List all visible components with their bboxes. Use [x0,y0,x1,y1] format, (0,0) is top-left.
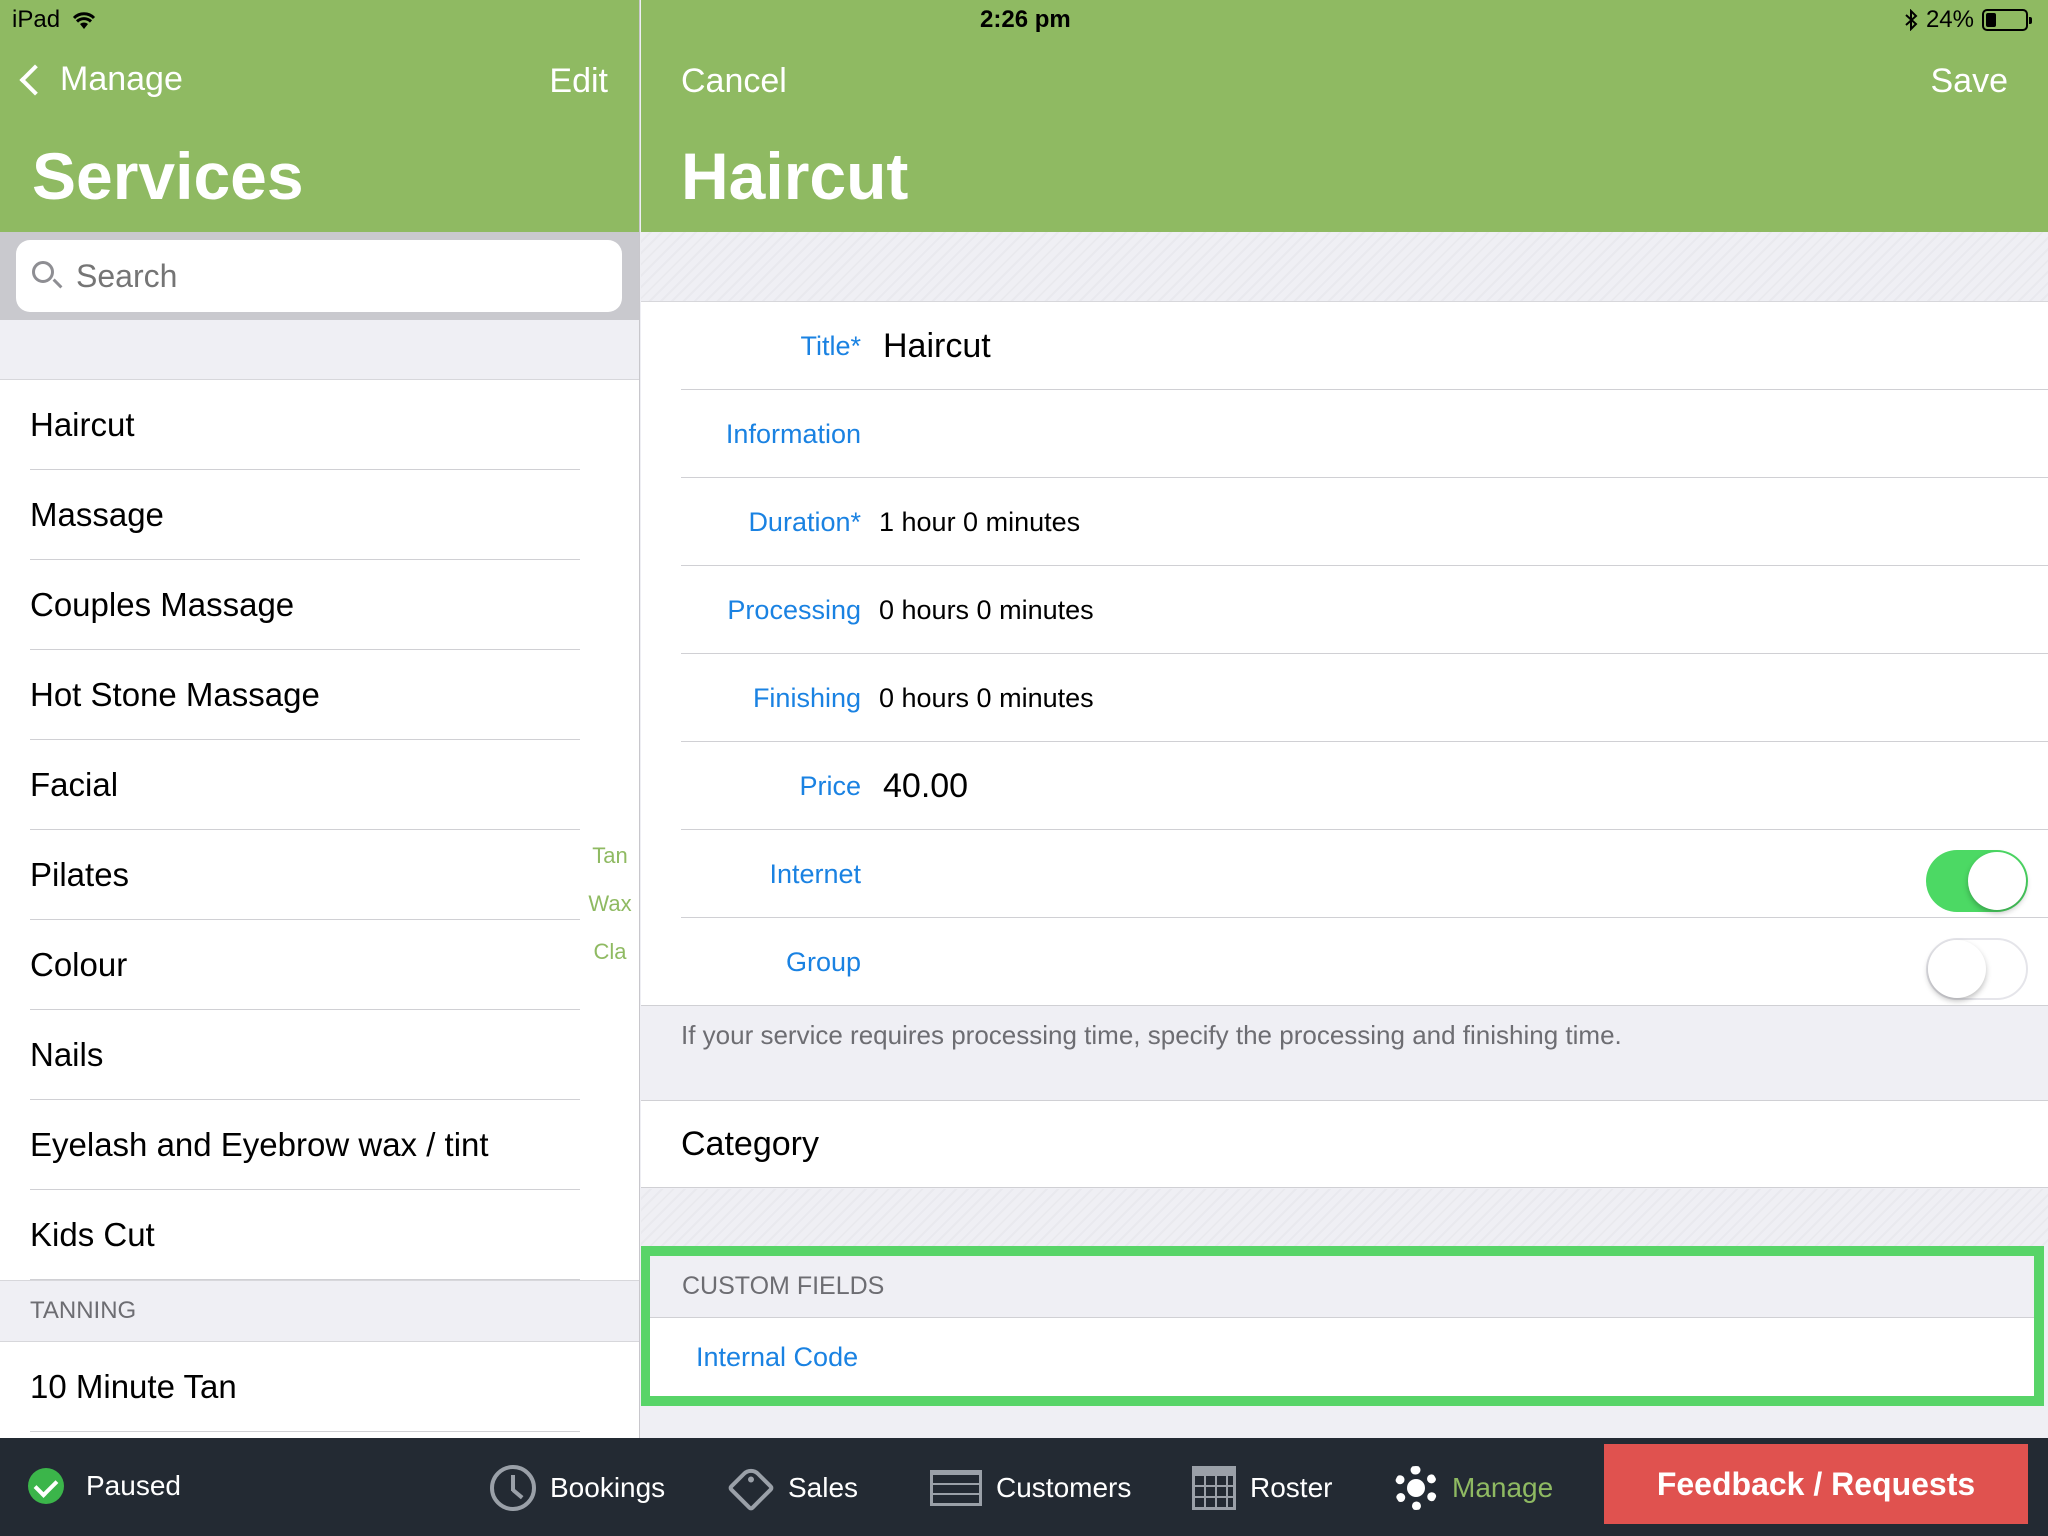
search-input[interactable] [76,257,596,295]
chevron-left-icon [19,63,51,96]
processing-footnote: If your service requires processing time… [681,1020,1622,1050]
internet-row: Internet [641,830,2048,918]
group-row: Group [641,918,2048,1006]
custom-fields-header: CUSTOM FIELDS [650,1256,2034,1318]
tab-roster[interactable]: Roster [1192,1460,1332,1516]
customer-cards-icon [930,1470,982,1506]
tab-roster-label: Roster [1250,1472,1333,1503]
status-bar-right: 24% [1904,6,2032,34]
services-list-pane: iPad Manage Edit Services Haircut Massag… [0,0,640,1438]
category-row[interactable]: Category [641,1100,2048,1188]
service-item-hot-stone-massage[interactable]: Hot Stone Massage [0,650,639,740]
title-field[interactable]: Haircut [883,327,991,366]
right-nav-bar: 2:26 pm 24% Cancel Save Haircut [641,0,2048,232]
left-nav-bar: iPad Manage Edit Services [0,0,639,232]
index-item[interactable]: Cla [588,928,632,976]
back-label: Manage [60,60,183,98]
service-item-massage[interactable]: Massage [0,470,639,560]
service-detail-title: Haircut [681,139,909,213]
form-top-spacer [641,232,2048,302]
paused-label: Paused [86,1470,181,1501]
title-row[interactable]: Title* Haircut [641,302,2048,390]
tab-bookings[interactable]: Bookings [490,1460,665,1516]
section-header-tanning: TANNING [0,1280,639,1342]
tab-manage[interactable]: Manage [1394,1460,1553,1516]
status-time: 2:26 pm [980,6,1071,33]
service-detail-pane: 2:26 pm 24% Cancel Save Haircut Title* H… [641,0,2048,1438]
processing-label: Processing [727,594,861,625]
service-item-10-minute-tan[interactable]: 10 Minute Tan [0,1342,639,1432]
search-bar [0,232,639,320]
calendar-icon [1192,1466,1236,1510]
duration-label: Duration* [748,506,861,537]
price-field[interactable]: 40.00 [883,767,968,806]
toggle-knob [1968,852,2026,910]
gear-icon [1394,1466,1438,1510]
service-item-colour[interactable]: Colour [0,920,639,1010]
index-item[interactable]: Wax [588,880,632,928]
paused-status[interactable]: Paused [28,1468,181,1504]
finishing-field[interactable]: 0 hours 0 minutes [879,683,1094,714]
tab-customers-label: Customers [996,1472,1132,1503]
custom-fields-highlight: CUSTOM FIELDS Internal Code [641,1246,2044,1406]
service-item-nails[interactable]: Nails [0,1010,639,1100]
processing-field[interactable]: 0 hours 0 minutes [879,595,1094,626]
battery-percent: 24% [1925,6,1974,33]
duration-field[interactable]: 1 hour 0 minutes [879,507,1080,538]
tab-customers[interactable]: Customers [930,1460,1131,1516]
list-top-spacer [0,320,639,380]
tab-sales-label: Sales [788,1472,859,1503]
battery-icon [1982,9,2032,31]
internet-label: Internet [769,858,861,889]
service-item-haircut[interactable]: Haircut [0,380,639,470]
clock-icon [490,1465,536,1511]
internal-code-row[interactable]: Internal Code [650,1318,2034,1396]
edit-button[interactable]: Edit [549,62,608,101]
price-label: Price [799,770,861,801]
status-bar-left: iPad [12,6,98,34]
feedback-requests-button[interactable]: Feedback / Requests [1604,1444,2028,1524]
section-index[interactable]: Tan Wax Cla [588,832,632,976]
tab-manage-label: Manage [1452,1472,1554,1503]
title-label: Title* [800,330,861,361]
save-button[interactable]: Save [1931,62,2009,101]
price-tag-icon [726,1463,776,1513]
bluetooth-icon [1905,9,1918,31]
search-field[interactable] [16,240,622,312]
cancel-button[interactable]: Cancel [681,62,787,101]
duration-row[interactable]: Duration* 1 hour 0 minutes [641,478,2048,566]
internet-toggle[interactable] [1926,850,2028,912]
tab-bookings-label: Bookings [550,1472,666,1503]
wifi-icon [72,12,96,29]
service-item-kids-cut[interactable]: Kids Cut [0,1190,639,1280]
bottom-toolbar: Paused Bookings Sales Customers Roster M… [0,1438,2048,1536]
price-row[interactable]: Price 40.00 [641,742,2048,830]
services-title: Services [32,139,304,213]
category-spacer [641,1189,2048,1249]
service-item-facial[interactable]: Facial [0,740,639,830]
service-item-pilates[interactable]: Pilates [0,830,639,920]
service-item-eyelash-eyebrow[interactable]: Eyelash and Eyebrow wax / tint [0,1100,639,1190]
information-row[interactable]: Information [641,390,2048,478]
finishing-label: Finishing [752,682,861,713]
search-icon [32,261,63,291]
toggle-knob [1928,940,1986,998]
service-item-couples-massage[interactable]: Couples Massage [0,560,639,650]
group-label: Group [785,946,861,977]
tab-sales[interactable]: Sales [726,1460,859,1516]
check-circle-icon [28,1468,64,1504]
device-label: iPad [12,6,61,33]
information-label: Information [725,418,861,449]
services-list: Haircut Massage Couples Massage Hot Ston… [0,380,639,1432]
group-toggle[interactable] [1926,938,2028,1000]
service-form: Title* Haircut Information Duration* 1 h… [641,302,2048,1006]
processing-row[interactable]: Processing 0 hours 0 minutes [641,566,2048,654]
index-item[interactable]: Tan [588,832,632,880]
back-to-manage-button[interactable]: Manage [16,60,183,99]
finishing-row[interactable]: Finishing 0 hours 0 minutes [641,654,2048,742]
